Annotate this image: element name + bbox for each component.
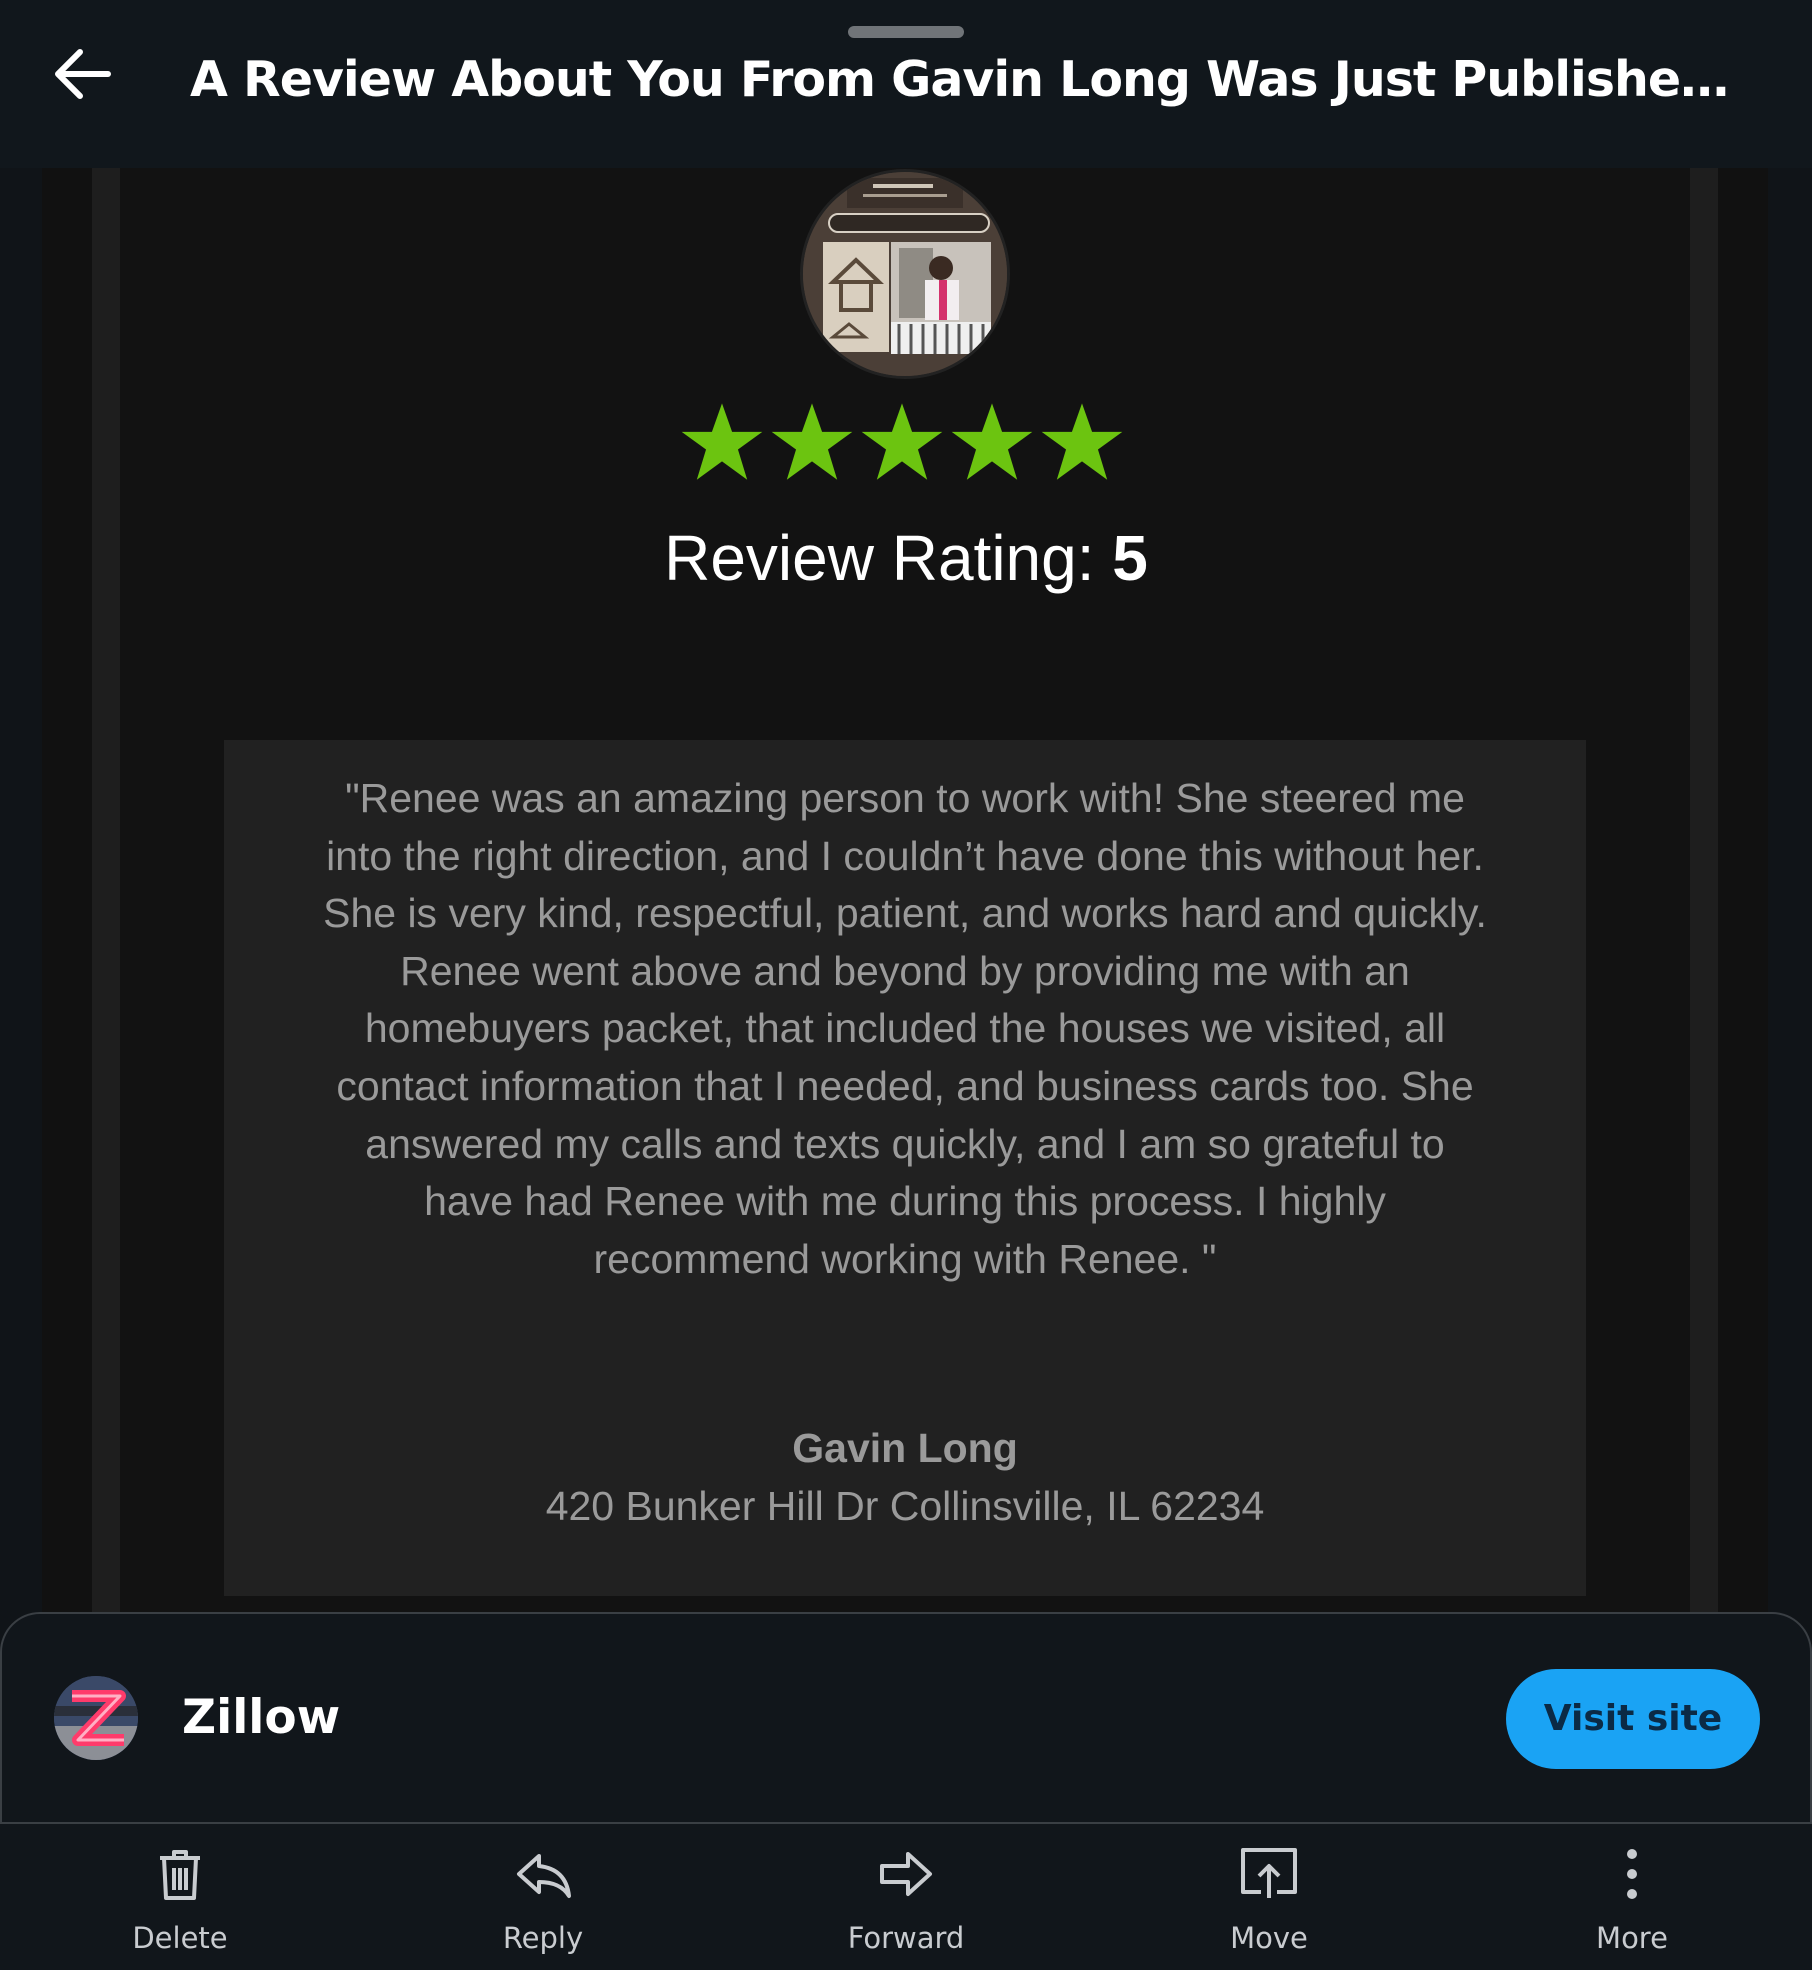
more-label: More [1596,1921,1668,1955]
action-toolbar: Delete Reply Forward Move More [0,1822,1812,1970]
star-icon [681,403,763,480]
reply-label: Reply [502,1921,584,1955]
more-button[interactable]: More [1532,1824,1732,1970]
delete-label: Delete [132,1921,228,1955]
sender-name: Zillow [182,1690,341,1745]
reviewer-address: 420 Bunker Hill Dr Collinsville, IL 6223… [545,1483,1265,1529]
star-rating [680,400,1132,500]
zillow-logo-icon [54,1676,138,1760]
star-icon [951,403,1033,480]
rating-value: 5 [1112,522,1148,594]
review-quote: "Renee was an amazing person to work wit… [323,775,1487,1282]
email-subject: A Review About You From Gavin Long Was J… [190,51,1752,108]
move-label: Move [1230,1921,1308,1955]
review-rating: Review Rating: 5 [0,518,1812,598]
sender-bar: Zillow Visit site [0,1612,1812,1822]
trash-icon [160,1850,200,1900]
delete-button[interactable]: Delete [80,1824,280,1970]
email-view: A Review About You From Gavin Long Was J… [0,0,1812,1970]
rating-label: Review Rating: [664,522,1113,594]
move-button[interactable]: Move [1169,1824,1369,1970]
reply-icon [517,1854,571,1898]
star-icon [771,403,853,480]
more-vertical-icon [1627,1849,1637,1899]
reviewer-name: Gavin Long [792,1425,1018,1471]
drag-handle[interactable] [848,26,964,38]
email-content[interactable]: Review Rating: 5 "Renee was an amazing p… [0,168,1812,1613]
back-button[interactable] [38,34,126,114]
forward-icon [880,1852,932,1896]
agent-avatar [803,172,1007,376]
forward-button[interactable]: Forward [806,1824,1006,1970]
forward-label: Forward [847,1921,965,1955]
visit-site-button[interactable]: Visit site [1506,1669,1760,1769]
move-icon [1241,1848,1297,1898]
reply-button[interactable]: Reply [443,1824,643,1970]
arrow-left-icon [55,49,111,99]
star-icon [861,403,943,480]
review-quote-box: "Renee was an amazing person to work wit… [224,740,1586,1596]
email-header: A Review About You From Gavin Long Was J… [0,0,1812,168]
star-icon [1041,403,1123,480]
